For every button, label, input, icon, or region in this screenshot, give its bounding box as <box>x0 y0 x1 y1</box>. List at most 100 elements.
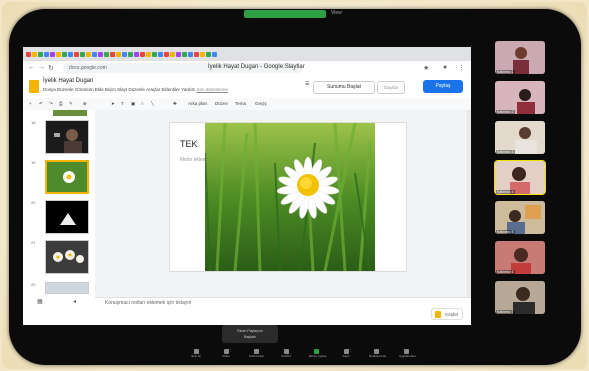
explore-button[interactable]: Keşfet <box>431 308 463 320</box>
tab-icon[interactable] <box>188 51 193 57</box>
tab-icon[interactable] <box>74 51 79 57</box>
tab-icon[interactable] <box>116 51 121 57</box>
share-screen-button[interactable]: Ekran paylaş <box>309 349 326 358</box>
collapse-panel-icon[interactable]: ◂ <box>73 298 76 305</box>
paint-format-icon[interactable]: ✎ <box>69 101 73 107</box>
toolbar-background[interactable]: Arka plan <box>188 101 207 106</box>
tab-icon[interactable] <box>152 51 157 57</box>
tab-icon[interactable] <box>50 51 55 57</box>
apps-button[interactable]: Uygulamalar <box>399 349 416 358</box>
tab-icon[interactable] <box>98 51 103 57</box>
textbox-icon[interactable]: T <box>121 101 124 106</box>
view-menu[interactable]: View <box>331 10 342 16</box>
grid-view-icon[interactable]: ▦ <box>37 298 43 305</box>
unmute-button[interactable]: Sesi aç <box>189 349 203 358</box>
participant-tile[interactable]: Katılımcı 3 <box>495 121 545 154</box>
tab-icon[interactable] <box>182 51 187 57</box>
slide-thumbnail-selected[interactable] <box>45 160 89 194</box>
screen-share-indicator[interactable] <box>244 10 326 18</box>
tab-icon[interactable] <box>200 51 205 57</box>
menu-tools[interactable]: Araçlar <box>146 87 160 92</box>
thumb-partial[interactable] <box>53 110 87 116</box>
participant-tile[interactable]: Katılımcı 7 <box>495 281 545 314</box>
slide-thumbnail[interactable] <box>45 240 89 274</box>
menu-format[interactable]: Biçim <box>105 87 116 92</box>
tab-icon[interactable] <box>176 51 181 57</box>
menu-file[interactable]: Dosya <box>43 87 56 92</box>
reactions-button[interactable]: Reaksiyonlar <box>369 349 386 358</box>
tab-icon[interactable] <box>206 51 211 57</box>
menu-help[interactable]: Yardım <box>181 87 195 92</box>
tab-icon[interactable] <box>38 51 43 57</box>
slide-thumbnail[interactable] <box>45 120 89 154</box>
print-icon[interactable]: ⎙ <box>59 101 63 106</box>
toolbar-layout[interactable]: Düzen <box>215 101 228 106</box>
tab-icon[interactable] <box>104 51 109 57</box>
menu-last-edit[interactable]: Son düzenleme <box>197 87 228 92</box>
comment-icon[interactable]: ✚ <box>173 101 177 107</box>
tab-icon[interactable] <box>164 51 169 57</box>
menu-view[interactable]: Görünüm <box>75 87 94 92</box>
menu-addons[interactable]: Eklentiler <box>161 87 180 92</box>
back-icon[interactable]: ← <box>28 64 35 71</box>
participants-button[interactable]: Katılımcılar <box>249 349 264 358</box>
extensions-icon[interactable]: ★ <box>423 64 429 72</box>
chat-button[interactable]: Sohbet <box>279 349 293 358</box>
select-icon[interactable]: ➤ <box>111 101 115 107</box>
toolbar-theme[interactable]: Tema <box>235 101 246 106</box>
menu-insert[interactable]: Ekle <box>95 87 104 92</box>
line-icon[interactable]: ╲ <box>151 101 154 107</box>
tab-icon[interactable] <box>146 51 151 57</box>
undo-icon[interactable]: ↶ <box>39 101 43 107</box>
participant-tile-active-speaker[interactable]: Katılımcı 4 <box>494 160 546 195</box>
tab-icon[interactable] <box>32 51 37 57</box>
tab-icon[interactable] <box>44 51 49 57</box>
image-icon[interactable]: ▣ <box>131 101 135 107</box>
tab-icon[interactable] <box>26 51 31 57</box>
tab-icon[interactable] <box>80 51 85 57</box>
tab-icon[interactable] <box>122 51 127 57</box>
tab-icon[interactable] <box>128 51 133 57</box>
toolbar-transition[interactable]: Geçiş <box>255 101 267 106</box>
tab-icon[interactable] <box>158 51 163 57</box>
zoom-icon[interactable]: ⊕ <box>83 101 87 107</box>
slide-thumbnail[interactable] <box>45 282 89 294</box>
menu-arrange[interactable]: Düzenle <box>128 87 145 92</box>
present-button[interactable]: Sunumu Başlat <box>313 81 375 94</box>
participant-tile[interactable]: Katılımcı 2 <box>495 81 545 114</box>
tab-icon[interactable] <box>86 51 91 57</box>
tab-icon[interactable] <box>170 51 175 57</box>
tab-icon[interactable] <box>194 51 199 57</box>
tab-icon[interactable] <box>92 51 97 57</box>
comments-icon[interactable]: ☰ <box>305 81 309 87</box>
tab-icon[interactable] <box>212 51 217 57</box>
tab-icon[interactable] <box>68 51 73 57</box>
menu-slide[interactable]: Slayt <box>117 87 127 92</box>
shape-icon[interactable]: ○ <box>141 101 144 106</box>
participant-tile[interactable]: Katılımcı 1 <box>495 41 545 74</box>
slideshow-button[interactable]: Slaytlar <box>377 81 405 94</box>
daisy-photo[interactable] <box>205 123 375 271</box>
participant-tile[interactable]: Katılımcı 6 <box>495 241 545 274</box>
video-button[interactable]: Video <box>219 349 233 358</box>
forward-icon[interactable]: → <box>38 64 45 71</box>
tab-icon[interactable] <box>134 51 139 57</box>
menu-edit[interactable]: Düzenle <box>57 87 74 92</box>
current-slide[interactable]: TEK Metin eklemek için tıklayın <box>169 122 407 272</box>
menu-icon[interactable]: ⋮ <box>458 64 465 72</box>
tab-icon[interactable] <box>140 51 145 57</box>
slides-logo-icon[interactable] <box>29 80 39 93</box>
vertical-scrollbar[interactable] <box>467 110 471 297</box>
slide-title[interactable]: TEK <box>180 139 198 149</box>
redo-icon[interactable]: ↷ <box>49 101 53 107</box>
participant-tile[interactable]: Katılımcı 5 <box>495 201 545 234</box>
tab-icon[interactable] <box>56 51 61 57</box>
record-button[interactable]: Kayıt <box>339 349 353 358</box>
speaker-notes[interactable]: Konuşmacı notları eklemek için tıklayın … <box>95 297 471 325</box>
document-name[interactable]: İyelik Hayat Dugan <box>43 78 93 84</box>
slide-thumbnail[interactable] <box>45 200 89 234</box>
tab-icon[interactable] <box>110 51 115 57</box>
profile-icon[interactable]: ● <box>443 64 447 71</box>
new-slide-icon[interactable]: + <box>29 101 32 106</box>
share-button[interactable]: Paylaş <box>423 80 463 93</box>
